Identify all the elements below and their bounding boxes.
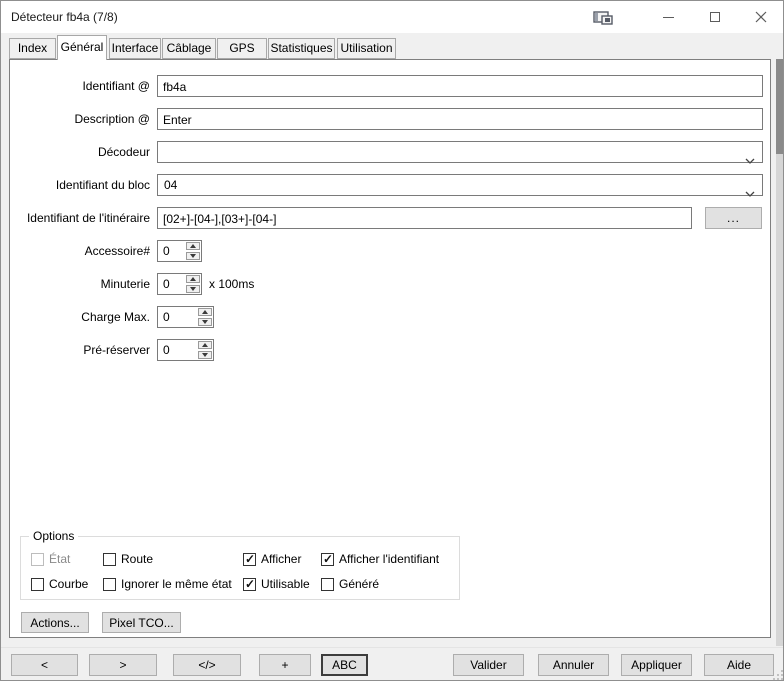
checkbox-box[interactable] [321,553,334,566]
identifiant-input-box [157,75,763,97]
code-button[interactable]: </> [173,654,241,676]
options-group-title: Options [29,529,78,543]
spin-down-button[interactable] [186,252,200,260]
spin-down-button[interactable] [186,285,200,293]
checkbox-afficher[interactable]: Afficher [243,552,301,566]
description-input[interactable] [158,110,762,130]
pre-reserver-label: Pré-réserver [10,339,150,361]
arrow-up-icon [202,310,208,314]
checkbox-genere[interactable]: Généré [321,577,379,591]
arrow-down-icon [202,320,208,324]
tab-utilisation[interactable]: Utilisation [337,38,396,59]
window-title: Détecteur fb4a (7/8) [11,1,118,33]
abc-button[interactable]: ABC [321,654,368,676]
itineraire-label: Identifiant de l'itinéraire [10,207,150,229]
tco-window-icon [593,11,615,26]
arrow-down-icon [202,353,208,357]
accessoire-input[interactable] [158,241,185,261]
description-label: Description @ [10,108,150,130]
checkbox-box[interactable] [103,578,116,591]
spin-down-button[interactable] [198,318,212,326]
spin-up-button[interactable] [198,341,212,349]
checkbox-ignorer-meme-etat[interactable]: Ignorer le même état [103,577,232,591]
accessoire-spinner [157,240,202,262]
tab-interface[interactable]: Interface [109,38,161,59]
minimize-icon [663,17,674,18]
bloc-combo[interactable]: 04 [157,174,763,196]
checkbox-box[interactable] [321,578,334,591]
vertical-scrollbar[interactable] [776,59,783,646]
accessoire-label: Accessoire# [10,240,150,262]
checkbox-box [31,553,44,566]
arrow-up-icon [202,343,208,347]
arrow-up-icon [190,244,196,248]
charge-max-input[interactable] [158,307,197,327]
charge-max-label: Charge Max. [10,306,150,328]
spin-up-button[interactable] [186,275,200,283]
annuler-button[interactable]: Annuler [538,654,609,676]
minuterie-unit-label: x 100ms [209,273,254,295]
tab-gps[interactable]: GPS [217,38,267,59]
decodeur-combo[interactable] [157,141,763,163]
arrow-down-icon [190,254,196,258]
dialog-window: Détecteur fb4a (7/8) Index Général Inter… [0,0,784,681]
chevron-down-icon [745,149,755,171]
pre-reserver-input[interactable] [158,340,197,360]
itineraire-input[interactable] [158,209,691,229]
actions-button[interactable]: Actions... [21,612,89,633]
maximize-icon [710,12,720,22]
close-icon [755,11,767,23]
spin-up-button[interactable] [198,308,212,316]
maximize-button[interactable] [692,2,737,32]
minuterie-input[interactable] [158,274,185,294]
minuterie-spinner [157,273,202,295]
close-button[interactable] [738,2,783,32]
aide-button[interactable]: Aide [704,654,774,676]
checkbox-route[interactable]: Route [103,552,153,566]
bloc-value: 04 [164,175,177,195]
bloc-label: Identifiant du bloc [10,174,150,196]
decodeur-label: Décodeur [10,141,150,163]
add-button[interactable]: + [259,654,311,676]
tab-general[interactable]: Général [57,35,107,60]
prev-button[interactable]: < [11,654,78,676]
next-button[interactable]: > [89,654,157,676]
spin-up-button[interactable] [186,242,200,250]
checkbox-box[interactable] [103,553,116,566]
checkbox-box[interactable] [243,578,256,591]
minuterie-label: Minuterie [10,273,150,295]
identifiant-input[interactable] [158,77,762,97]
arrow-up-icon [190,277,196,281]
general-tab-page: Identifiant @ Description @ Décodeur Ide… [9,59,771,638]
spin-down-button[interactable] [198,351,212,359]
pre-reserver-spinner [157,339,214,361]
arrow-down-icon [190,287,196,291]
pixel-tco-button[interactable]: Pixel TCO... [102,612,181,633]
itineraire-input-box [157,207,692,229]
appliquer-button[interactable]: Appliquer [621,654,692,676]
checkbox-etat: État [31,552,70,566]
checkbox-utilisable[interactable]: Utilisable [243,577,310,591]
checkbox-afficher-identifiant[interactable]: Afficher l'identifiant [321,552,439,566]
charge-max-spinner [157,306,214,328]
resize-grip[interactable] [773,670,783,680]
identifiant-label: Identifiant @ [10,75,150,97]
bottom-separator [1,647,784,648]
scrollbar-thumb[interactable] [776,59,783,154]
checkbox-box[interactable] [243,553,256,566]
description-input-box [157,108,763,130]
chevron-down-icon [745,182,755,204]
tab-cablage[interactable]: Câblage [162,38,216,59]
titlebar: Détecteur fb4a (7/8) [1,1,783,33]
minimize-button[interactable] [646,2,691,32]
options-group: Options État Route Afficher Afficher l'i… [20,536,460,600]
valider-button[interactable]: Valider [453,654,524,676]
itineraire-browse-button[interactable]: ... [705,207,762,229]
checkbox-courbe[interactable]: Courbe [31,577,88,591]
tab-statistiques[interactable]: Statistiques [268,38,335,59]
checkbox-box[interactable] [31,578,44,591]
tab-index[interactable]: Index [9,38,56,59]
